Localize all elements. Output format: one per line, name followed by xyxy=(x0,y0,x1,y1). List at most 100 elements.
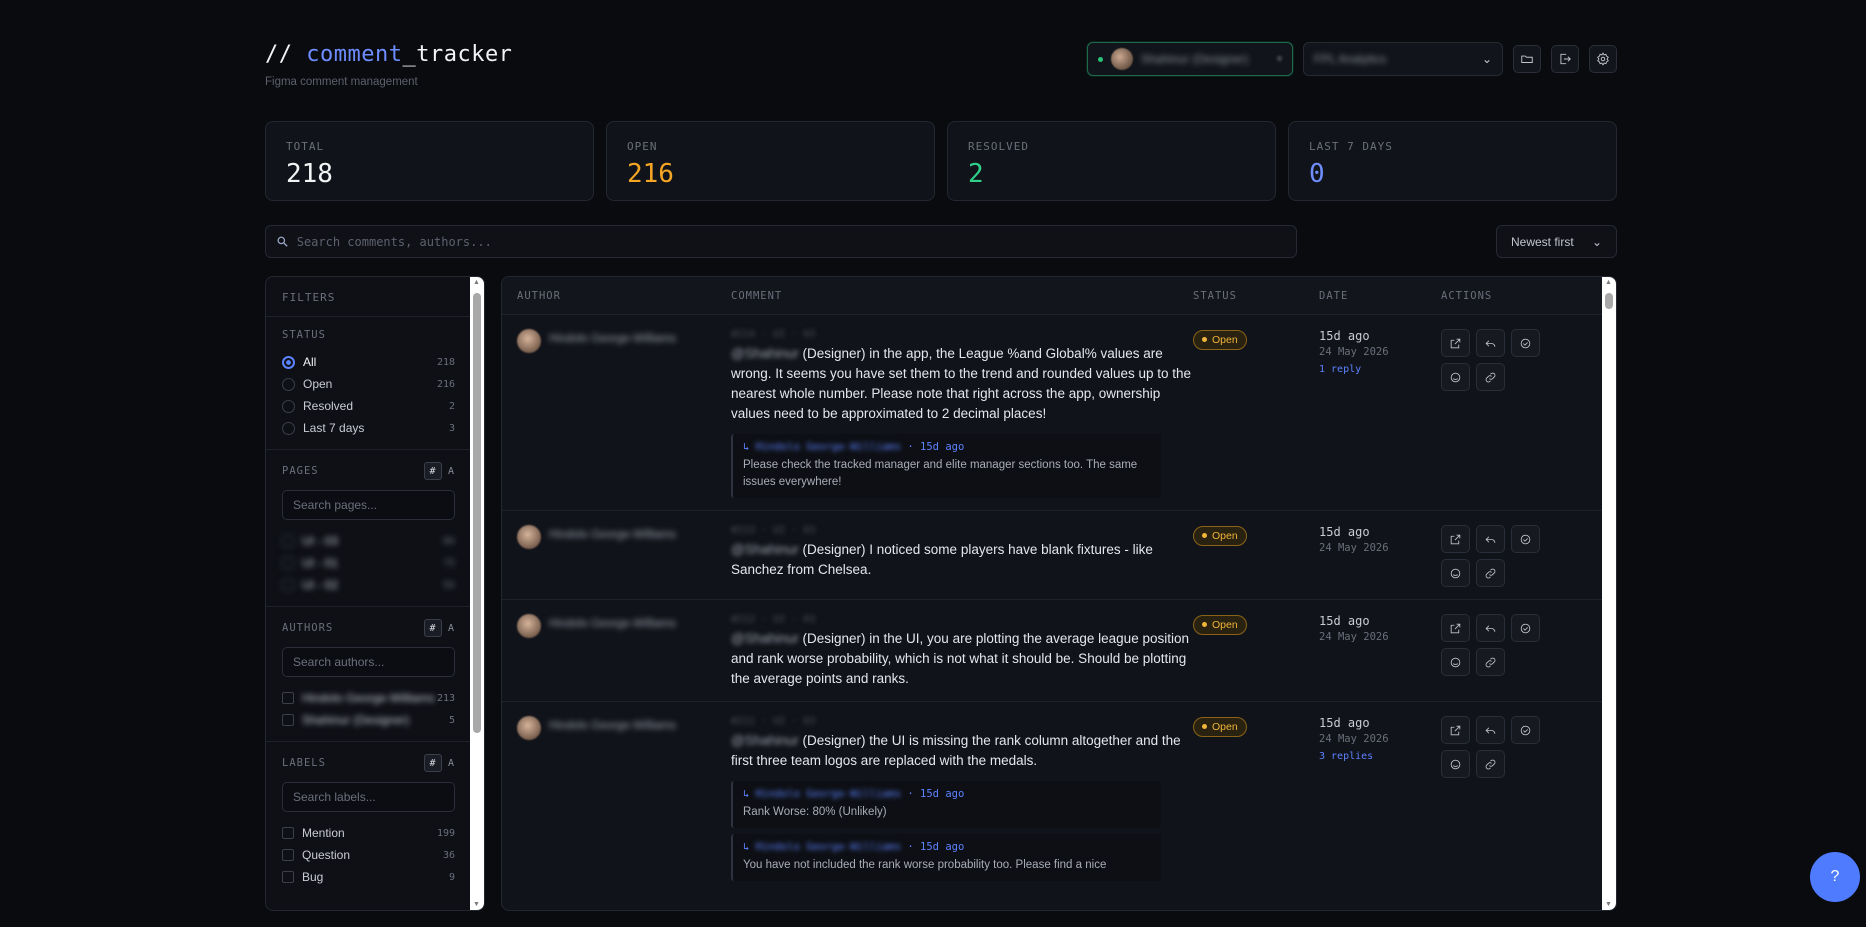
label-option[interactable]: Mention 199 xyxy=(282,822,455,844)
page-option[interactable]: UI - 01 75 xyxy=(282,552,455,574)
sort-by-count-button[interactable]: # xyxy=(423,619,442,637)
stat-value: 216 xyxy=(627,159,674,189)
filters-scrollbar[interactable]: ▲ ▼ xyxy=(470,277,484,910)
open-in-figma-button[interactable] xyxy=(1441,614,1470,642)
status-option-all[interactable]: All 218 xyxy=(282,351,455,373)
copy-link-button[interactable] xyxy=(1476,750,1505,778)
open-folder-button[interactable] xyxy=(1513,45,1541,73)
table-row[interactable]: Hindolo George-Williams #214 · UI · 03 @… xyxy=(502,315,1616,511)
react-button[interactable] xyxy=(1441,750,1470,778)
checkbox[interactable] xyxy=(282,535,294,547)
table-row[interactable]: Hindolo George-Williams #212 · UI · 03 @… xyxy=(502,600,1616,702)
reply-icon xyxy=(1485,535,1496,543)
resolve-button[interactable] xyxy=(1511,614,1540,642)
react-button[interactable] xyxy=(1441,363,1470,391)
status-option-open[interactable]: Open 216 xyxy=(282,373,455,395)
scrollbar-thumb[interactable] xyxy=(1605,293,1613,309)
sort-alpha-button[interactable]: A xyxy=(448,623,455,634)
reply-button[interactable] xyxy=(1476,614,1505,642)
status-option-last-7-days[interactable]: Last 7 days 3 xyxy=(282,417,455,439)
checkbox[interactable] xyxy=(282,714,294,726)
status-cell: Open xyxy=(1193,525,1319,587)
external-link-icon xyxy=(1450,725,1461,735)
table-row[interactable]: Hindolo George-Williams #211 · UI · 03 @… xyxy=(502,702,1616,893)
copy-link-button[interactable] xyxy=(1476,648,1505,676)
reply-button[interactable] xyxy=(1476,525,1505,553)
reply-button[interactable] xyxy=(1476,716,1505,744)
pages-search-input[interactable] xyxy=(282,490,455,520)
checkbox[interactable] xyxy=(282,692,294,704)
sort-by-count-button[interactable]: # xyxy=(423,462,442,480)
open-in-figma-button[interactable] xyxy=(1441,716,1470,744)
copy-link-button[interactable] xyxy=(1476,363,1505,391)
checkbox[interactable] xyxy=(282,849,294,861)
status-dot xyxy=(1202,337,1207,342)
avatar xyxy=(517,716,541,740)
section-header: AUTHORS # A xyxy=(282,619,455,637)
label-option[interactable]: Bug 9 xyxy=(282,866,455,888)
comment-meta: #214 · UI · 03 xyxy=(731,329,816,340)
column-header-status[interactable]: STATUS xyxy=(1193,290,1319,302)
react-button[interactable] xyxy=(1441,648,1470,676)
status-badge: Open xyxy=(1193,716,1247,737)
author-cell: Hindolo George-Williams xyxy=(502,614,731,689)
status-text: Open xyxy=(1212,529,1238,542)
radio[interactable] xyxy=(282,421,295,435)
project-select[interactable]: FPL Analytics ⌄ xyxy=(1303,42,1503,76)
author-option[interactable]: Hindolo George-Williams 213 xyxy=(282,687,455,709)
page-option[interactable]: UI - 02 56 xyxy=(282,574,455,596)
reply-icon xyxy=(1485,339,1496,347)
resolve-button[interactable] xyxy=(1511,525,1540,553)
resolve-button[interactable] xyxy=(1511,716,1540,744)
help-button[interactable]: ? xyxy=(1810,852,1860,902)
open-in-figma-button[interactable] xyxy=(1441,525,1470,553)
comment-cell: #214 · UI · 03 @Shahinur (Designer) in t… xyxy=(731,329,1193,498)
column-header-comment[interactable]: COMMENT xyxy=(731,290,1193,302)
radio[interactable] xyxy=(282,399,295,413)
sort-alpha-button[interactable]: A xyxy=(448,466,455,477)
reply-count-link[interactable]: 3 replies xyxy=(1319,751,1441,762)
author-option[interactable]: Shahinur (Designer) 5 xyxy=(282,709,455,731)
stat-total: TOTAL 218 xyxy=(265,121,594,201)
page-option[interactable]: UI - 03 86 xyxy=(282,530,455,552)
stat-label: LAST 7 DAYS xyxy=(1309,140,1393,153)
scroll-up-icon[interactable]: ▲ xyxy=(473,279,480,286)
settings-button[interactable] xyxy=(1589,45,1617,73)
emoji-icon xyxy=(1450,657,1461,667)
checkbox[interactable] xyxy=(282,579,294,591)
logout-button[interactable] xyxy=(1551,45,1579,73)
reply-count-link[interactable]: 1 reply xyxy=(1319,364,1441,375)
checkbox[interactable] xyxy=(282,871,294,883)
table-row[interactable]: Hindolo George-Williams #213 · UI · 03 @… xyxy=(502,511,1616,600)
open-in-figma-button[interactable] xyxy=(1441,329,1470,357)
resolve-button[interactable] xyxy=(1511,329,1540,357)
authors-search-input[interactable] xyxy=(282,647,455,677)
scrollbar-thumb[interactable] xyxy=(473,293,481,733)
status-text: Open xyxy=(1212,720,1238,733)
checkbox[interactable] xyxy=(282,557,294,569)
filters-panel: FILTERS STATUS All 218 Open 216 Resolved… xyxy=(265,276,485,911)
status-filter: STATUS All 218 Open 216 Resolved 2 Last … xyxy=(266,317,471,450)
status-cell: Open xyxy=(1193,614,1319,689)
scroll-down-icon[interactable]: ▼ xyxy=(1605,901,1612,908)
table-scrollbar[interactable]: ▲ ▼ xyxy=(1602,277,1616,910)
column-header-date[interactable]: DATE xyxy=(1319,290,1441,302)
status-option-resolved[interactable]: Resolved 2 xyxy=(282,395,455,417)
copy-link-button[interactable] xyxy=(1476,559,1505,587)
radio-checked[interactable] xyxy=(282,355,295,369)
sort-by-count-button[interactable]: # xyxy=(423,754,442,772)
sort-alpha-button[interactable]: A xyxy=(448,758,455,769)
user-selector[interactable]: Shahinur (Designer) ▾ xyxy=(1087,42,1293,76)
column-header-author[interactable]: AUTHOR xyxy=(502,290,731,302)
checkbox[interactable] xyxy=(282,827,294,839)
scroll-down-icon[interactable]: ▼ xyxy=(473,901,480,908)
radio[interactable] xyxy=(282,377,295,391)
sort-select[interactable]: Newest first ⌄ xyxy=(1496,225,1617,258)
scroll-up-icon[interactable]: ▲ xyxy=(1605,279,1612,286)
option-count: 216 xyxy=(436,378,455,390)
labels-search-input[interactable] xyxy=(282,782,455,812)
search-input[interactable] xyxy=(296,234,1286,249)
label-option[interactable]: Question 36 xyxy=(282,844,455,866)
react-button[interactable] xyxy=(1441,559,1470,587)
reply-button[interactable] xyxy=(1476,329,1505,357)
